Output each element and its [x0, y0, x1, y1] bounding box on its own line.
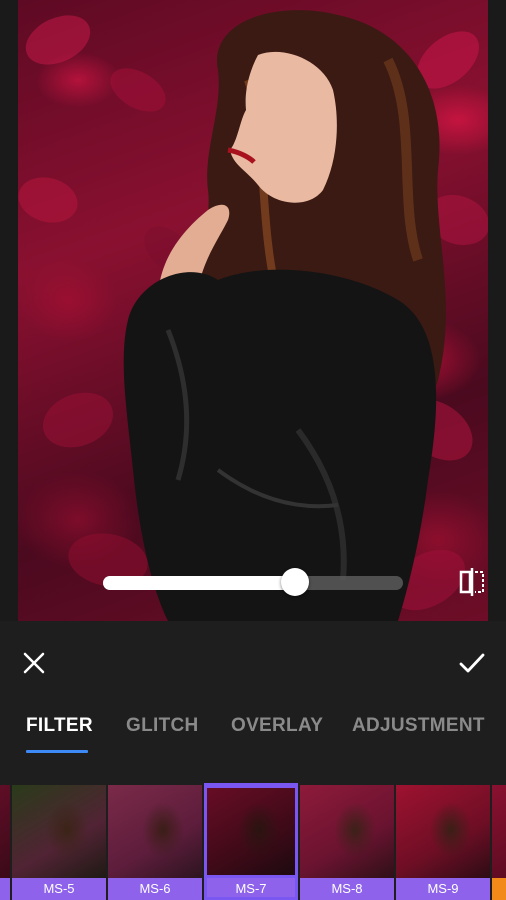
filter-thumbnail[interactable]: MS-8: [300, 783, 394, 900]
filter-preview-image: [396, 785, 490, 878]
slider-thumb[interactable]: [281, 568, 309, 596]
slider-fill: [103, 576, 295, 590]
active-tab-indicator: [26, 750, 88, 753]
compare-icon[interactable]: [458, 566, 486, 598]
photo-preview: [18, 0, 488, 621]
close-icon[interactable]: [20, 649, 48, 677]
tab-overlay[interactable]: OVERLAY: [231, 715, 323, 737]
filter-panel: FILTER GLITCH OVERLAY ADJUSTMENT MS-5 MS…: [0, 621, 506, 900]
filter-label: MS-9: [396, 878, 490, 900]
filter-label: [492, 878, 506, 900]
filter-preview-image: [108, 785, 202, 878]
intensity-slider[interactable]: [103, 568, 403, 596]
filter-thumbnail-partial[interactable]: [0, 783, 10, 900]
filter-thumbnail-partial[interactable]: [492, 783, 506, 900]
filter-preview-image: [300, 785, 394, 878]
filter-label: MS-5: [12, 878, 106, 900]
filter-label: MS-8: [300, 878, 394, 900]
filter-preview-image: [12, 785, 106, 878]
tab-filter[interactable]: FILTER: [26, 715, 93, 737]
filter-preview-image: [0, 785, 10, 878]
filter-preview-image: [204, 785, 298, 878]
category-tabs: FILTER GLITCH OVERLAY ADJUSTMENT: [0, 715, 506, 755]
filter-label: MS-7: [204, 878, 298, 900]
filter-thumbnail[interactable]: MS-5: [12, 783, 106, 900]
filter-preview-image: [492, 785, 506, 878]
filter-thumbnail[interactable]: MS-9: [396, 783, 490, 900]
filter-thumbnail-selected[interactable]: MS-7: [204, 783, 298, 900]
tab-adjustment[interactable]: ADJUSTMENT: [352, 715, 485, 737]
filter-label: MS-6: [108, 878, 202, 900]
filter-label: [0, 878, 10, 900]
filter-thumbnail[interactable]: MS-6: [108, 783, 202, 900]
tab-glitch[interactable]: GLITCH: [126, 715, 199, 737]
photo-illustration: [18, 10, 488, 621]
filter-thumbnail-strip[interactable]: MS-5 MS-6 MS-7 MS-8 MS-9: [0, 783, 506, 900]
checkmark-icon[interactable]: [457, 649, 487, 677]
photo-preview-frame: [0, 0, 506, 621]
